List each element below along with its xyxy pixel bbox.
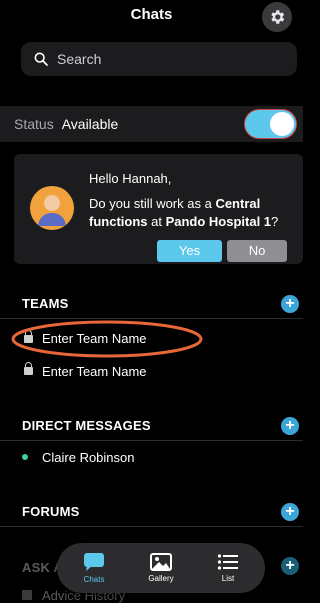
lock-icon xyxy=(24,362,33,375)
search-icon xyxy=(34,52,48,66)
divider xyxy=(0,440,303,441)
highlight-ellipse xyxy=(11,320,203,358)
question-mid: at xyxy=(147,214,166,229)
team-item-2[interactable]: Enter Team Name xyxy=(42,364,147,379)
question-prefix: Do you still work as a xyxy=(89,196,216,211)
org-name: Pando Hospital 1 xyxy=(165,214,272,229)
tab-gallery-label: Gallery xyxy=(148,574,174,583)
tab-gallery[interactable]: Gallery xyxy=(128,543,194,593)
plus-icon: + xyxy=(285,295,295,312)
divider xyxy=(0,526,303,527)
image-icon xyxy=(150,553,172,571)
add-direct-message-button[interactable]: + xyxy=(281,417,299,435)
history-icon xyxy=(22,590,32,600)
status-value: Available xyxy=(61,116,119,132)
forums-header: FORUMS xyxy=(22,504,80,519)
plus-icon: + xyxy=(285,503,295,520)
role-question: Do you still work as a Central functions… xyxy=(89,195,289,231)
chat-bubble-icon xyxy=(84,553,104,571)
avatar xyxy=(30,186,74,230)
page-title: Chats xyxy=(130,6,173,23)
status-toggle[interactable] xyxy=(245,110,296,138)
add-ask-button[interactable]: + xyxy=(281,557,299,575)
toggle-knob xyxy=(270,112,294,136)
settings-button[interactable] xyxy=(262,2,292,32)
search-input[interactable]: Search xyxy=(21,42,297,76)
tab-list-label: List xyxy=(221,574,235,583)
add-forum-button[interactable]: + xyxy=(281,503,299,521)
plus-icon: + xyxy=(285,557,295,574)
online-status-dot xyxy=(22,454,28,460)
yes-button[interactable]: Yes xyxy=(157,240,222,262)
greeting-text: Hello Hannah, xyxy=(89,171,172,186)
question-suffix: ? xyxy=(271,214,279,229)
tab-chats[interactable]: Chats xyxy=(61,543,127,593)
search-placeholder: Search xyxy=(57,51,102,67)
gear-icon xyxy=(271,10,285,24)
tab-list[interactable]: List xyxy=(195,543,261,593)
tab-bar: Chats Gallery List xyxy=(57,543,265,593)
direct-messages-header: DIRECT MESSAGES xyxy=(22,418,151,433)
add-team-button[interactable]: + xyxy=(281,295,299,313)
status-label: Status xyxy=(14,116,54,132)
list-icon xyxy=(217,554,238,570)
teams-header: TEAMS xyxy=(22,296,69,311)
tab-chats-label: Chats xyxy=(83,575,105,584)
plus-icon: + xyxy=(285,417,295,434)
dm-item-claire[interactable]: Claire Robinson xyxy=(42,450,135,465)
no-button[interactable]: No xyxy=(227,240,287,262)
person-icon xyxy=(38,195,66,226)
